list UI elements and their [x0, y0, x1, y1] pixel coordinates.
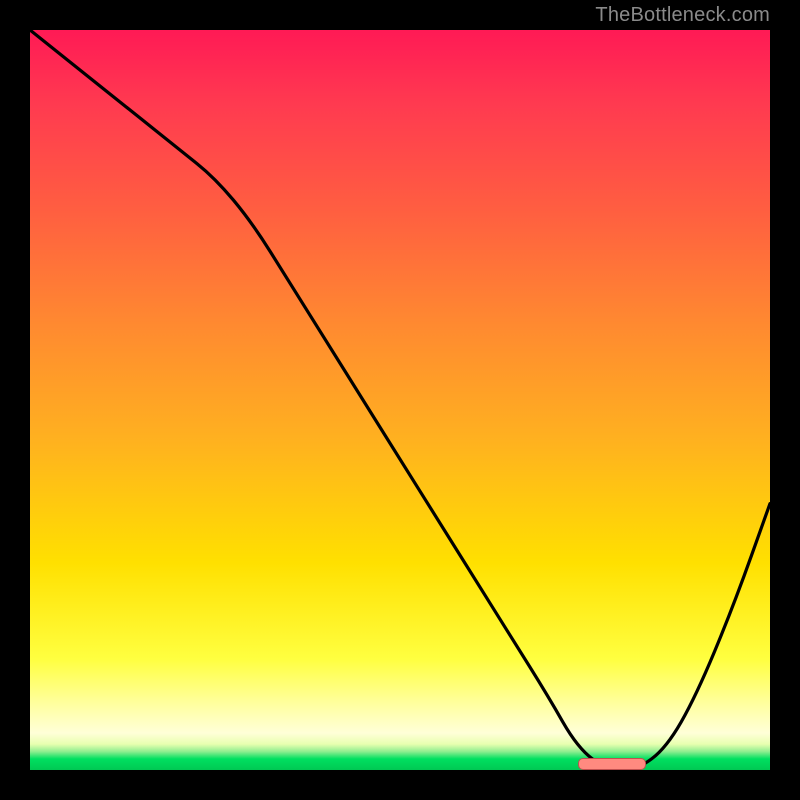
optimal-range-marker	[578, 758, 647, 770]
chart-frame: TheBottleneck.com	[0, 0, 800, 800]
plot-area	[30, 30, 770, 770]
bottleneck-curve	[30, 30, 770, 770]
attribution-text: TheBottleneck.com	[595, 4, 770, 27]
